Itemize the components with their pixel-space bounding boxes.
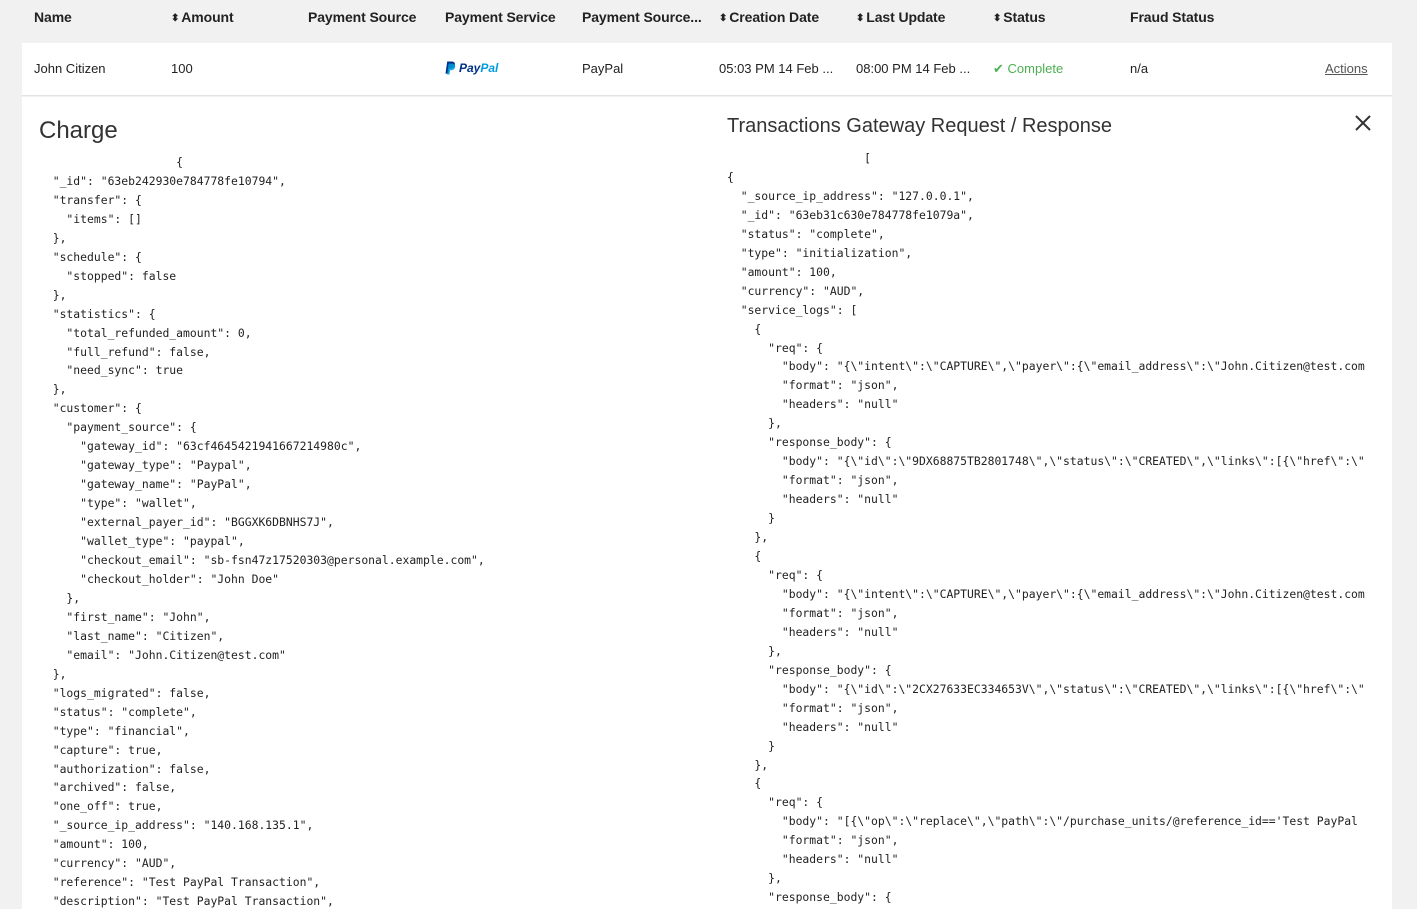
header-creation-date-label: Creation Date bbox=[729, 9, 820, 25]
cell-creation-date: 05:03 PM 14 Feb ... bbox=[719, 61, 834, 76]
charge-title: Charge bbox=[39, 117, 118, 144]
cell-payment-source: PayPal bbox=[582, 61, 624, 76]
table-row[interactable]: John Citizen 100 PayPal PayPal 05:03 PM … bbox=[22, 43, 1392, 96]
paypal-p-icon bbox=[445, 61, 456, 75]
paypal-wordmark-a: Pay bbox=[459, 61, 481, 75]
header-amount[interactable]: ⬍ Amount bbox=[171, 9, 234, 25]
table-header: Name ⬍ Amount Payment Source Payment Serv… bbox=[0, 0, 1417, 36]
header-last-update-label: Last Update bbox=[866, 9, 946, 25]
actions-link[interactable]: Actions bbox=[1325, 61, 1368, 76]
charge-json: { "_id": "63eb242930e784778fe10794", "tr… bbox=[52, 155, 485, 909]
sort-icon[interactable]: ⬍ bbox=[171, 13, 179, 24]
header-status-label: Status bbox=[1003, 9, 1046, 25]
header-payment-source[interactable]: Payment Source bbox=[308, 9, 416, 25]
header-payment-service[interactable]: Payment Service bbox=[445, 9, 556, 25]
detail-panel: Charge Transactions Gateway Request / Re… bbox=[22, 97, 1392, 909]
header-last-update[interactable]: ⬍ Last Update bbox=[856, 9, 945, 25]
sort-icon[interactable]: ⬍ bbox=[856, 13, 864, 24]
transactions-title: Transactions Gateway Request / Response bbox=[727, 115, 1113, 137]
cell-fraud-status: n/a bbox=[1130, 61, 1149, 76]
paypal-logo: PayPal bbox=[445, 61, 498, 75]
header-name[interactable]: Name bbox=[34, 9, 72, 25]
paypal-wordmark: PayPal bbox=[459, 61, 498, 75]
cell-amount: 100 bbox=[171, 61, 193, 76]
transactions-json: [ { "_source_ip_address": "127.0.0.1", "… bbox=[727, 151, 1365, 905]
paypal-wordmark-b: Pal bbox=[480, 61, 499, 75]
cell-last-update: 08:00 PM 14 Feb ... bbox=[856, 61, 971, 76]
close-icon[interactable] bbox=[1352, 112, 1374, 134]
header-amount-label: Amount bbox=[181, 9, 234, 25]
header-payment-source-trunc[interactable]: Payment Source... bbox=[582, 9, 702, 25]
sort-icon[interactable]: ⬍ bbox=[719, 13, 727, 24]
header-fraud-status[interactable]: Fraud Status bbox=[1130, 9, 1214, 25]
status-badge: ✔ Complete bbox=[993, 61, 1063, 77]
cell-name: John Citizen bbox=[34, 61, 106, 76]
header-creation-date[interactable]: ⬍ Creation Date bbox=[719, 9, 819, 25]
header-status[interactable]: ⬍ Status bbox=[993, 9, 1046, 25]
status-label: Complete bbox=[1007, 61, 1064, 76]
check-icon: ✔ bbox=[993, 61, 1004, 76]
sort-icon[interactable]: ⬍ bbox=[993, 13, 1001, 24]
